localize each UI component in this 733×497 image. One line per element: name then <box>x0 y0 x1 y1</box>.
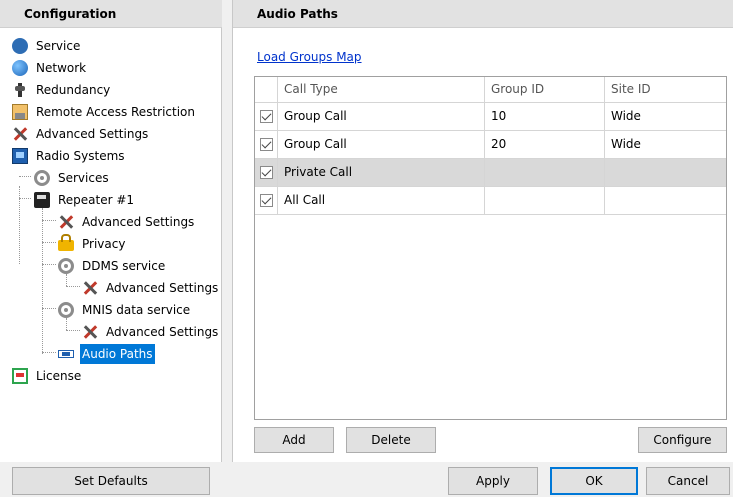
tree-item-label: Network <box>36 61 87 75</box>
row-checkbox[interactable] <box>260 166 273 179</box>
cog-icon <box>58 302 74 318</box>
audio-paths-pane: Audio Paths Load Groups Map Call Type Gr… <box>232 0 733 462</box>
ok-button[interactable]: OK <box>550 467 638 495</box>
set-defaults-button[interactable]: Set Defaults <box>12 467 210 495</box>
tree-line <box>42 242 56 243</box>
tree-item-label: MNIS data service <box>82 303 191 317</box>
gear-icon <box>12 38 28 54</box>
grid-header-check <box>255 77 278 102</box>
tree-item-label: Service <box>36 39 81 53</box>
cog-icon <box>58 258 74 274</box>
tree-item-label: Advanced Settings <box>36 127 149 141</box>
tree-line <box>19 198 31 199</box>
audio-paths-body: Load Groups Map Call Type Group ID Site … <box>233 28 733 462</box>
row-checkbox[interactable] <box>260 138 273 151</box>
tree-item-label: Advanced Settings <box>106 325 219 339</box>
license-icon <box>12 368 28 384</box>
column-header-call-type[interactable]: Call Type <box>278 77 485 102</box>
table-row[interactable]: Private Call <box>255 159 726 187</box>
table-row[interactable]: Group Call 10 Wide <box>255 103 726 131</box>
tree-line <box>42 220 56 221</box>
audio-paths-grid: Call Type Group ID Site ID Group Call 10… <box>254 76 727 420</box>
apply-button[interactable]: Apply <box>448 467 538 495</box>
cell-group-id[interactable] <box>485 187 605 214</box>
tree-line <box>66 318 67 330</box>
table-row[interactable]: Group Call 20 Wide <box>255 131 726 159</box>
radio-system-icon <box>12 148 28 164</box>
cell-site-id[interactable] <box>605 159 726 186</box>
tree-item-label: Repeater #1 <box>58 193 135 207</box>
row-check-cell <box>255 159 278 186</box>
tree-item-label: Audio Paths <box>80 344 155 364</box>
tree-line <box>66 286 80 287</box>
configure-button[interactable]: Configure <box>638 427 727 453</box>
tree-line <box>42 308 56 309</box>
row-checkbox[interactable] <box>260 110 273 123</box>
cell-site-id[interactable] <box>605 187 726 214</box>
globe-icon <box>12 60 28 76</box>
tree-item-label: Advanced Settings <box>82 215 195 229</box>
row-check-cell <box>255 103 278 130</box>
tree-line <box>42 352 56 353</box>
configuration-pane: Configuration Service Network Redundancy <box>0 0 222 462</box>
tree-item-label: License <box>36 369 82 383</box>
audio-paths-title: Audio Paths <box>233 0 733 28</box>
tree-item-label: Redundancy <box>36 83 111 97</box>
document-icon <box>12 104 28 120</box>
cell-call-type[interactable]: Group Call <box>278 131 485 158</box>
tree-item-label: Privacy <box>82 237 126 251</box>
cell-group-id[interactable] <box>485 159 605 186</box>
configuration-title: Configuration <box>0 0 222 28</box>
column-header-site-id[interactable]: Site ID <box>605 77 726 102</box>
row-checkbox[interactable] <box>260 194 273 207</box>
column-header-group-id[interactable]: Group ID <box>485 77 605 102</box>
audio-paths-icon <box>58 350 74 358</box>
cog-icon <box>34 170 50 186</box>
cell-site-id[interactable]: Wide <box>605 131 726 158</box>
delete-button[interactable]: Delete <box>346 427 436 453</box>
cancel-button[interactable]: Cancel <box>646 467 730 495</box>
row-check-cell <box>255 187 278 214</box>
tree-line <box>19 176 31 177</box>
tools-icon <box>82 324 98 340</box>
grid-header-row: Call Type Group ID Site ID <box>255 77 726 103</box>
tools-icon <box>82 280 98 296</box>
tree-item-label: Radio Systems <box>36 149 125 163</box>
cell-call-type[interactable]: All Call <box>278 187 485 214</box>
row-check-cell <box>255 131 278 158</box>
cell-site-id[interactable]: Wide <box>605 103 726 130</box>
cell-group-id[interactable]: 20 <box>485 131 605 158</box>
tree-line <box>42 264 56 265</box>
tree-item-label: Services <box>58 171 109 185</box>
add-button[interactable]: Add <box>254 427 334 453</box>
tree-line <box>66 330 80 331</box>
tools-icon <box>12 126 28 142</box>
tree-item-label: Advanced Settings <box>106 281 219 295</box>
lock-icon <box>58 234 74 251</box>
cell-call-type[interactable]: Private Call <box>278 159 485 186</box>
tree-line <box>42 208 43 354</box>
tree-item-label: Remote Access Restriction <box>36 105 195 119</box>
plug-icon <box>12 82 28 98</box>
repeater-icon <box>34 192 50 208</box>
dialog-button-bar: Set Defaults Apply OK Cancel <box>0 462 733 497</box>
cell-group-id[interactable]: 10 <box>485 103 605 130</box>
tree-line <box>66 274 67 286</box>
cell-call-type[interactable]: Group Call <box>278 103 485 130</box>
table-row[interactable]: All Call <box>255 187 726 215</box>
load-groups-map-link[interactable]: Load Groups Map <box>257 50 362 64</box>
tools-icon <box>58 214 74 230</box>
tree-item-label: DDMS service <box>82 259 166 273</box>
